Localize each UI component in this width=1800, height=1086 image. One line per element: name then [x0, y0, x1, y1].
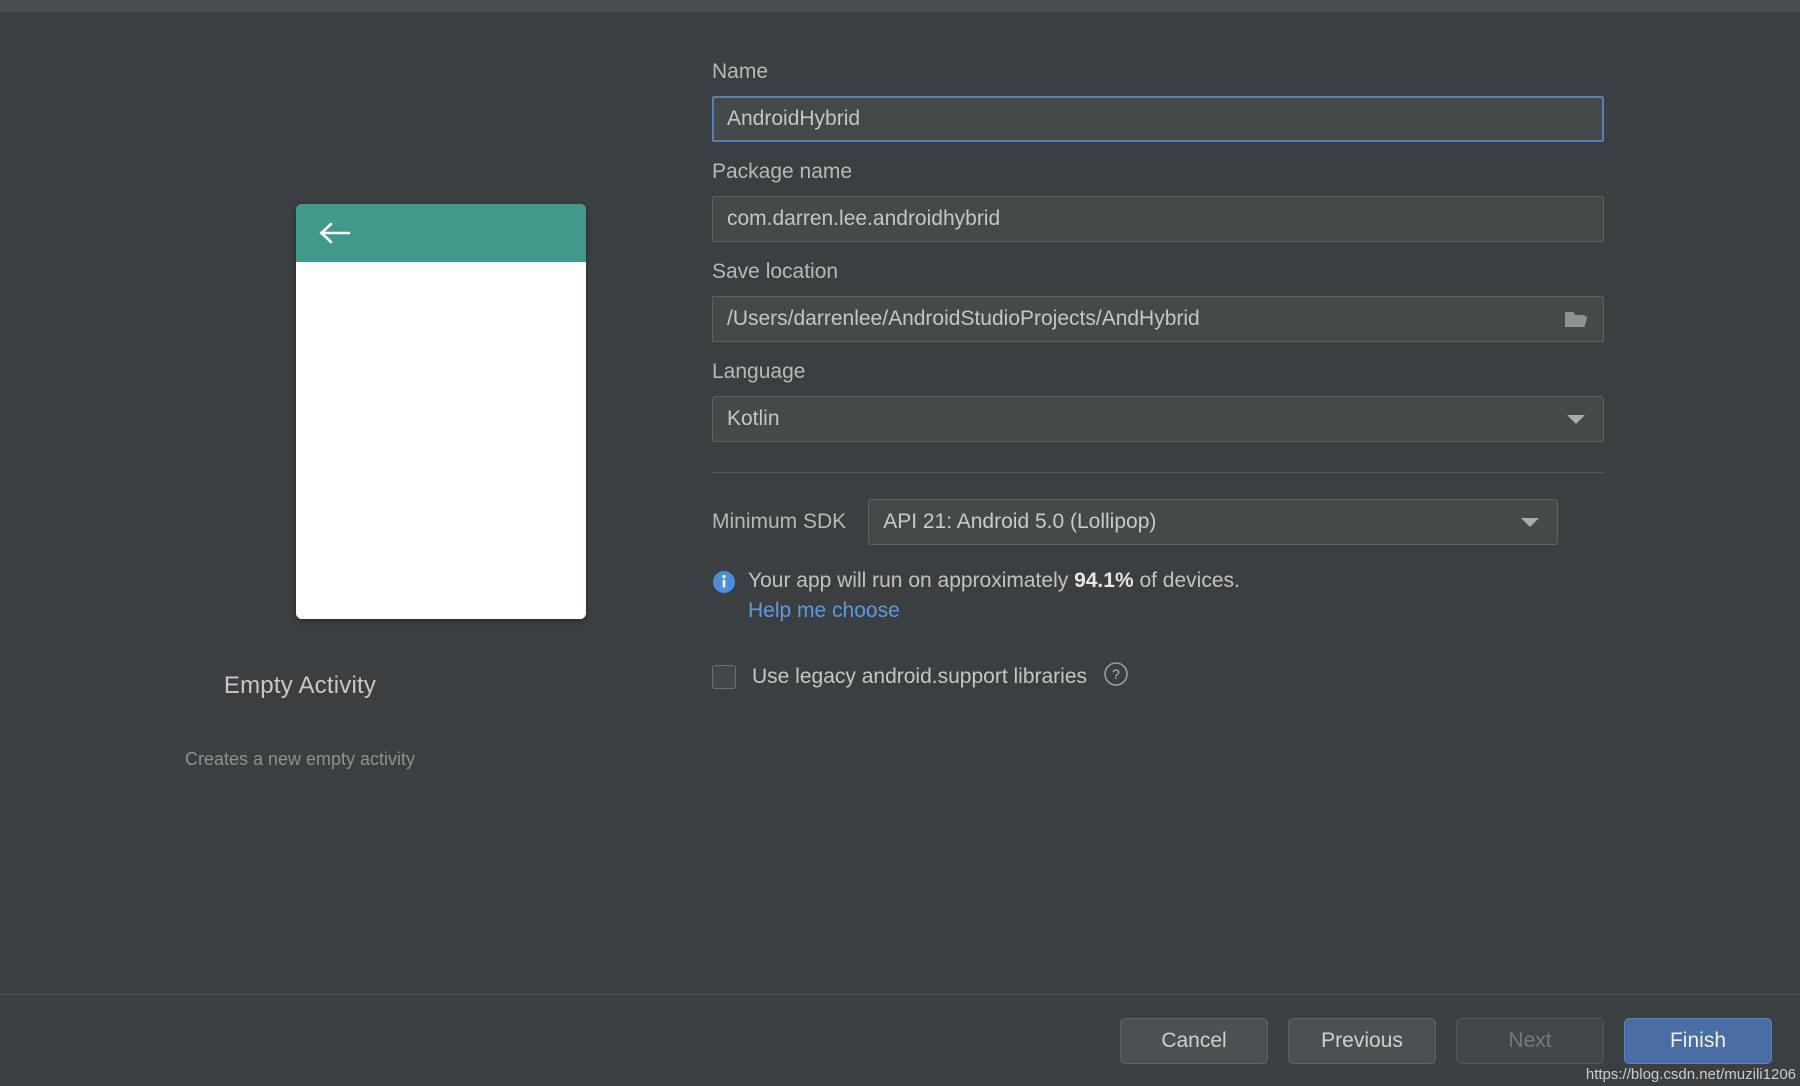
package-name-input[interactable]: com.darren.lee.androidhybrid — [712, 196, 1604, 242]
device-coverage-text: Your app will run on approximately 94.1%… — [748, 567, 1240, 595]
save-location-field-block: Save location /Users/darrenlee/AndroidSt… — [712, 260, 1604, 342]
save-location-input-group: /Users/darrenlee/AndroidStudioProjects/A… — [712, 296, 1604, 342]
coverage-text-before: Your app will run on approximately — [748, 569, 1075, 592]
cancel-button[interactable]: Cancel — [1120, 1017, 1268, 1064]
info-icon — [712, 570, 736, 599]
title-bar-strip — [0, 0, 1800, 12]
minimum-sdk-dropdown[interactable]: API 21: Android 5.0 (Lollipop) — [868, 499, 1559, 545]
project-config-form: Name AndroidHybrid Package name com.darr… — [600, 12, 1800, 994]
language-label: Language — [712, 360, 806, 383]
activity-preview-thumbnail — [296, 204, 586, 619]
package-name-label: Package name — [712, 160, 853, 183]
legacy-libraries-label: Use legacy android.support libraries — [752, 664, 1088, 688]
coverage-percent: 94.1% — [1074, 569, 1134, 592]
name-field-block: Name AndroidHybrid — [712, 60, 1604, 142]
language-dropdown[interactable]: Kotlin — [712, 396, 1604, 442]
template-title: Empty Activity — [223, 672, 377, 699]
name-label: Name — [712, 60, 769, 83]
back-arrow-icon — [318, 220, 352, 246]
language-field-block: Language Kotlin — [712, 360, 1604, 442]
template-description: Creates a new empty activity — [184, 749, 416, 769]
folder-icon[interactable] — [1554, 296, 1598, 342]
svg-text:?: ? — [1112, 667, 1120, 683]
device-coverage-info: Your app will run on approximately 94.1%… — [712, 567, 1604, 623]
legacy-libraries-row: Use legacy android.support libraries ? — [712, 661, 1604, 692]
device-coverage-text-block: Your app will run on approximately 94.1%… — [748, 567, 1240, 623]
dialog-footer: Cancel Previous Next Finish https://blog… — [0, 994, 1800, 1086]
next-button: Next — [1456, 1017, 1604, 1064]
save-location-input[interactable]: /Users/darrenlee/AndroidStudioProjects/A… — [712, 296, 1604, 342]
form-divider — [712, 472, 1604, 473]
chevron-down-icon — [1521, 517, 1540, 527]
minimum-sdk-selected-value: API 21: Android 5.0 (Lollipop) — [883, 510, 1157, 533]
template-preview-pane: Empty Activity Creates a new empty activ… — [0, 12, 600, 994]
finish-button[interactable]: Finish — [1624, 1017, 1772, 1064]
chevron-down-icon — [1567, 414, 1585, 424]
language-selected-value: Kotlin — [727, 407, 780, 430]
minimum-sdk-label: Minimum SDK — [712, 510, 847, 533]
legacy-libraries-checkbox[interactable] — [712, 664, 736, 689]
preview-content-area — [296, 262, 586, 619]
save-location-label: Save location — [712, 260, 839, 283]
previous-button[interactable]: Previous — [1288, 1017, 1436, 1064]
new-project-dialog: Empty Activity Creates a new empty activ… — [0, 0, 1800, 1086]
coverage-text-after: of devices. — [1133, 569, 1240, 592]
minimum-sdk-row: Minimum SDK API 21: Android 5.0 (Lollipo… — [712, 499, 1604, 545]
help-me-choose-link[interactable]: Help me choose — [748, 599, 1240, 623]
question-mark-icon[interactable]: ? — [1103, 661, 1129, 692]
package-name-field-block: Package name com.darren.lee.androidhybri… — [712, 160, 1604, 242]
watermark-url: https://blog.csdn.net/muzili1206 — [1585, 1066, 1796, 1083]
preview-app-bar — [296, 204, 586, 262]
dialog-content: Empty Activity Creates a new empty activ… — [0, 12, 1800, 994]
name-input[interactable]: AndroidHybrid — [712, 96, 1604, 142]
